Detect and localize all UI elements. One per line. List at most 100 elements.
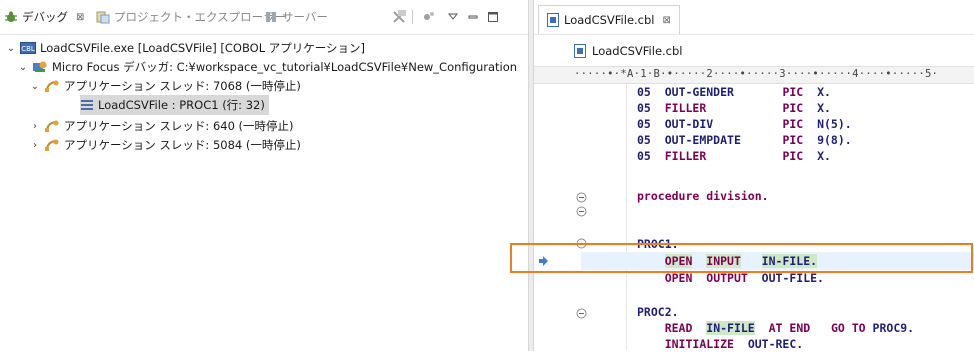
code-token: OUTPUT (706, 271, 748, 285)
tree-item-thread-5084[interactable]: › アプリケーション スレッド: 5084 (一時停止) (30, 135, 301, 155)
tree-item-label: アプリケーション スレッド: 5084 (一時停止) (64, 138, 301, 152)
tab-debug[interactable]: デバッグ ⊠ (4, 8, 84, 26)
tab-servers[interactable]: サーバー (264, 8, 328, 26)
code-line[interactable]: READ IN-FILE AT END GO TO PROC9. (637, 320, 914, 337)
code-token: GO (830, 321, 845, 335)
project-explorer-icon (96, 10, 110, 24)
thread-icon (44, 79, 60, 93)
code-token: procedure (637, 189, 700, 203)
code-line[interactable]: 05 OUT-DIV PIC N(5). (637, 116, 852, 133)
debug-view: デバッグ ⊠ プロジェクト・エクスプローラー サーバー ⌄ CBL LoadCS… (0, 0, 528, 351)
code-token: READ (664, 321, 693, 335)
code-token: 05 (637, 117, 651, 131)
servers-icon (264, 10, 278, 24)
chevron-down-icon[interactable]: ⌄ (30, 81, 40, 92)
code-token: N(5). (817, 117, 852, 131)
tab-servers-label: サーバー (282, 10, 328, 24)
code-line[interactable]: 05 OUT-GENDER PIC X. (637, 84, 831, 101)
code-token: OUT-GENDER (664, 85, 734, 99)
chevron-right-icon[interactable]: › (30, 140, 40, 151)
annotation-highlight-box (510, 243, 973, 273)
code-token: TO (851, 321, 866, 335)
editor-area: LoadCSVFile.cbl ⊠ LoadCSVFile.cbl ·····•… (534, 0, 974, 351)
code-token: 05 (637, 149, 651, 163)
editor-tab-label: LoadCSVFile.cbl (564, 13, 655, 27)
code-token: PIC (782, 149, 804, 163)
cobol-file-icon (547, 13, 559, 27)
tab-debug-label: デバッグ (22, 10, 68, 24)
code-token: division. (706, 189, 769, 203)
debug-bug-icon (4, 10, 18, 24)
chevron-right-icon[interactable]: › (30, 121, 40, 132)
editor-tabbar: LoadCSVFile.cbl ⊠ (534, 0, 974, 35)
code-token: 05 (637, 133, 651, 147)
gutter-separator (626, 82, 627, 351)
debug-view-tabbar: デバッグ ⊠ プロジェクト・エクスプローラー サーバー (0, 0, 528, 35)
code-token: OUT-DIV (664, 117, 714, 131)
editor-tab-loadcsvfile[interactable]: LoadCSVFile.cbl ⊠ (538, 5, 680, 34)
code-token: X. (817, 101, 831, 115)
svg-text:CBL: CBL (21, 45, 35, 53)
code-line[interactable]: procedure division. (637, 188, 769, 205)
chevron-down-icon[interactable]: ⌄ (18, 62, 28, 73)
code-line[interactable]: 05 FILLER PIC X. (637, 100, 831, 117)
breadcrumb-label: LoadCSVFile.cbl (592, 44, 683, 58)
code-token: PIC (782, 85, 804, 99)
code-token: PROC2. (637, 305, 679, 319)
debugger-icon (32, 60, 48, 74)
tree-item-label: LoadCSVFile : PROC1 (行: 32) (98, 98, 265, 112)
code-token: IN-FILE (706, 321, 755, 335)
code-token: PIC (782, 133, 804, 147)
toolbar-separator (412, 10, 413, 24)
code-token: 9(8). (817, 133, 852, 147)
thread-icon (44, 119, 60, 133)
cbl-exe-icon: CBL (20, 42, 36, 54)
code-token: OPEN (664, 271, 693, 285)
fold-toggle-icon[interactable] (576, 192, 587, 203)
code-line[interactable]: INITIALIZE OUT-REC. (637, 336, 804, 353)
ruler-text: ·····•·*A·1·B·•·····2····•·····3····•···… (574, 68, 939, 80)
stack-frame-icon (80, 99, 94, 111)
close-tab-icon[interactable]: ⊠ (663, 15, 671, 26)
code-token: INITIALIZE (664, 337, 734, 351)
code-line[interactable]: 05 OUT-EMPDATE PIC 9(8). (637, 132, 852, 149)
tree-item-stack-frame[interactable]: LoadCSVFile : PROC1 (行: 32) (80, 95, 269, 115)
breadcrumb[interactable]: LoadCSVFile.cbl (574, 44, 683, 58)
code-token: X. (817, 85, 831, 99)
maximize-icon[interactable] (484, 8, 502, 26)
thread-icon (44, 138, 60, 152)
column-ruler: ·····•·*A·1·B·•·····2····•·····3····•···… (534, 66, 974, 84)
debug-options-icon[interactable] (420, 8, 438, 26)
close-tab-icon[interactable]: ⊠ (76, 12, 84, 23)
code-token: PROC9. (872, 321, 915, 335)
tree-item-debugger[interactable]: ⌄ Micro Focus デバッガ: C:¥workspace_vc_tuto… (18, 57, 517, 77)
tab-project-explorer-label: プロジェクト・エクスプローラー (114, 10, 287, 24)
code-token: END (789, 321, 811, 335)
chevron-down-icon[interactable]: ⌄ (6, 43, 16, 54)
code-token: OUT-FILE. (761, 271, 824, 285)
tree-item-launch[interactable]: ⌄ CBL LoadCSVFile.exe [LoadCSVFile] [COB… (6, 38, 365, 58)
view-menu-icon[interactable] (444, 8, 462, 26)
cobol-file-icon (574, 44, 586, 58)
code-token: FILLER (664, 101, 707, 115)
fold-toggle-icon[interactable] (576, 308, 587, 319)
code-token: PIC (782, 117, 804, 131)
code-token: 05 (637, 101, 651, 115)
code-token: FILLER (664, 149, 707, 163)
minimize-icon[interactable] (464, 8, 482, 26)
code-token: OUT-EMPDATE (664, 133, 741, 147)
remove-terminated-icon[interactable] (390, 8, 408, 26)
tree-item-label: アプリケーション スレッド: 640 (一時停止) (64, 119, 294, 133)
code-line[interactable]: 05 FILLER PIC X. (637, 148, 831, 165)
tab-project-explorer[interactable]: プロジェクト・エクスプローラー (96, 8, 286, 26)
tree-item-label: Micro Focus デバッガ: C:¥workspace_vc_tutori… (52, 60, 518, 74)
tree-item-thread-7068[interactable]: ⌄ アプリケーション スレッド: 7068 (一時停止) (30, 76, 301, 96)
tree-item-label: アプリケーション スレッド: 7068 (一時停止) (64, 79, 301, 93)
tree-item-label: LoadCSVFile.exe [LoadCSVFile] [COBOL アプリ… (40, 41, 366, 55)
tree-item-thread-640[interactable]: › アプリケーション スレッド: 640 (一時停止) (30, 116, 294, 136)
code-token: OUT-REC. (747, 337, 804, 351)
code-line[interactable]: PROC2. (637, 304, 679, 321)
code-token: 05 (637, 85, 651, 99)
fold-toggle-icon[interactable] (576, 206, 587, 217)
code-token: PIC (782, 101, 804, 115)
